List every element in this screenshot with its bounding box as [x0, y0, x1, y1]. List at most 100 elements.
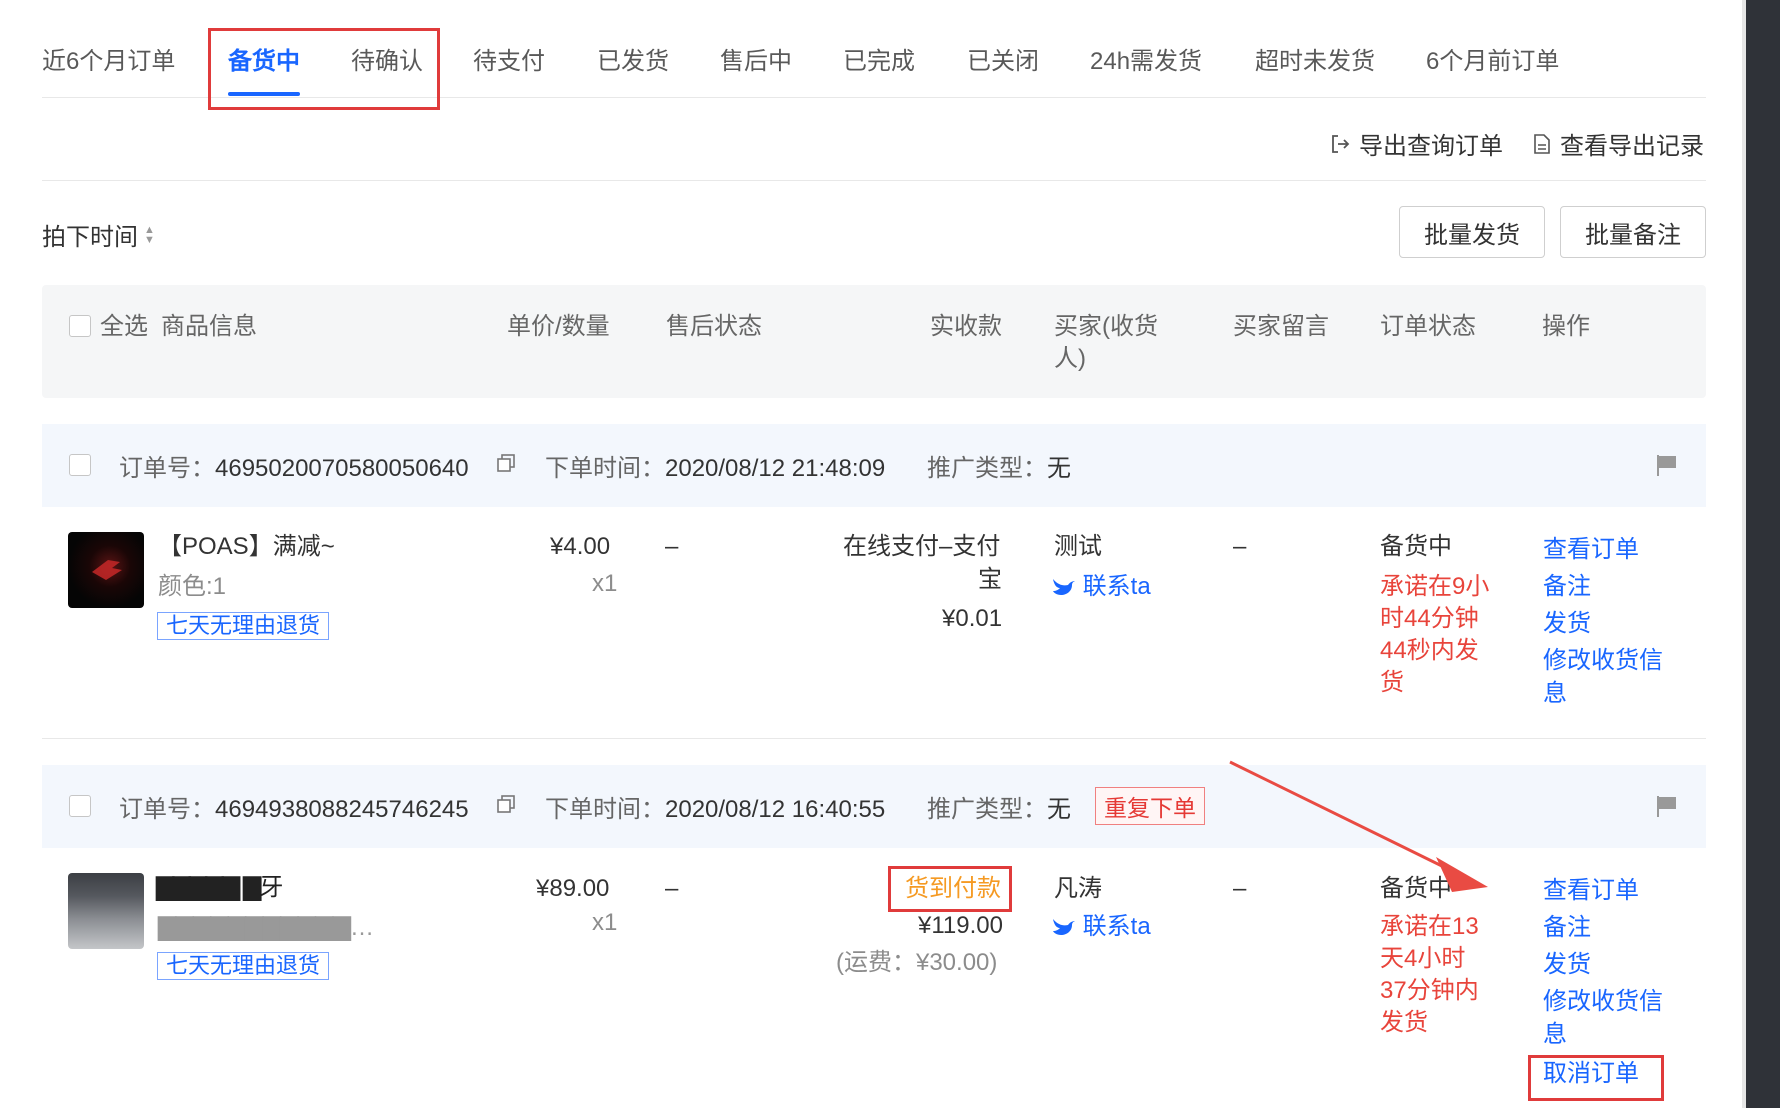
- add-note-link[interactable]: 备注: [1543, 909, 1663, 946]
- ship-promise-line: 44秒内发: [1380, 637, 1479, 664]
- select-all-label: 全选: [100, 313, 148, 340]
- unit-price: ¥89.00: [536, 875, 610, 902]
- tab-shipped[interactable]: 已发货: [597, 41, 669, 76]
- contact-buyer-link[interactable]: 联系ta: [1052, 571, 1151, 603]
- received-amount: ¥0.01: [942, 605, 1003, 632]
- view-order-link[interactable]: 查看订单: [1543, 872, 1663, 909]
- order-number-label: 订单号：: [119, 796, 215, 823]
- order-actions: 查看订单 备注 发货 修改收货信 息: [1543, 531, 1663, 710]
- unit-price: ¥4.00: [550, 533, 611, 560]
- tab-overdue-ship[interactable]: 超时未发货: [1255, 41, 1375, 76]
- column-after-sales: 售后状态: [666, 313, 762, 340]
- ship-promise: 承诺在9小 时44分钟 44秒内发 货: [1380, 571, 1489, 699]
- order-checkbox[interactable]: [69, 454, 91, 476]
- ship-promise-line: 37分钟内: [1380, 977, 1479, 1004]
- column-price-qty: 单价/数量: [507, 313, 610, 340]
- product-spec: 颜色:1: [158, 573, 227, 600]
- batch-ship-button[interactable]: 批量发货: [1399, 206, 1545, 258]
- return-policy-tag: 七天无理由退货: [157, 952, 330, 980]
- sort-by-order-time[interactable]: 拍下时间 ▲ ▼: [42, 217, 155, 252]
- column-buyer: 买家(收货 人): [1054, 311, 1158, 375]
- table-header: 全选 商品信息 单价/数量 售后状态 实收款 买家(收货 人) 买家留言 订单状…: [42, 285, 1706, 398]
- tab-completed[interactable]: 已完成: [843, 41, 915, 76]
- product-thumbnail[interactable]: [68, 873, 144, 949]
- edit-address-link[interactable]: 修改收货信 息: [1543, 644, 1663, 710]
- quantity: x1: [592, 570, 618, 597]
- export-orders-label: 导出查询订单: [1359, 133, 1503, 160]
- edit-address-line2: 息: [1543, 680, 1567, 707]
- cancel-order-highlight-box: [1528, 1055, 1664, 1101]
- promo-type: 推广类型：无: [927, 789, 1071, 824]
- column-product-info: 商品信息: [161, 313, 257, 340]
- sort-label: 拍下时间: [42, 224, 138, 251]
- bird-icon: [1053, 579, 1075, 595]
- edit-address-link[interactable]: 修改收货信 息: [1543, 985, 1663, 1051]
- contact-label: 联系ta: [1082, 913, 1151, 940]
- promo-type-value: 无: [1047, 455, 1071, 482]
- edit-address-line1: 修改收货信: [1543, 988, 1663, 1015]
- product-title[interactable]: 【POAS】满减~: [158, 531, 335, 563]
- product-spec: ▇▇▇▇▇▇▇▇▇▇▇…: [158, 914, 374, 941]
- ship-promise-line: 时44分钟: [1380, 605, 1479, 632]
- export-icon: [1332, 134, 1350, 153]
- order-time-value: 2020/08/12 21:48:09: [665, 455, 886, 482]
- shipping-fee: (运费：¥30.00): [836, 949, 998, 976]
- column-buyer-line1: 买家(收货: [1054, 313, 1158, 340]
- buyer-name: 测试: [1054, 533, 1102, 560]
- edit-address-line2: 息: [1543, 1021, 1567, 1048]
- order-divider: [42, 738, 1706, 739]
- order-number-label: 订单号：: [119, 455, 215, 482]
- select-all-checkbox[interactable]: [69, 315, 91, 337]
- order-time-label: 下单时间：: [545, 796, 665, 823]
- copy-icon[interactable]: [496, 453, 516, 473]
- order-number-value: 4694938088245746245: [215, 796, 469, 823]
- ship-promise-line: 货: [1380, 669, 1404, 696]
- product-title[interactable]: ▇▇▇▇▇ ▇牙: [156, 872, 283, 904]
- tab-closed[interactable]: 已关闭: [967, 41, 1039, 76]
- ship-link[interactable]: 发货: [1543, 605, 1663, 642]
- view-export-records-label: 查看导出记录: [1560, 133, 1704, 160]
- export-toolbar: 导出查询订单 查看导出记录: [42, 98, 1706, 181]
- order-number-value: 4695020070580050640: [215, 455, 469, 482]
- column-buyer-line2: 人): [1054, 345, 1086, 372]
- flag-icon[interactable]: [1655, 454, 1679, 476]
- column-received: 实收款: [930, 313, 1002, 340]
- ship-link[interactable]: 发货: [1543, 946, 1663, 983]
- buyer-message: –: [1233, 875, 1247, 902]
- edit-address-line1: 修改收货信: [1543, 647, 1663, 674]
- order-time: 下单时间：2020/08/12 16:40:55: [545, 789, 885, 824]
- order-status: 备货中: [1380, 875, 1452, 902]
- order-time-value: 2020/08/12 16:40:55: [665, 796, 886, 823]
- view-order-link[interactable]: 查看订单: [1543, 531, 1663, 568]
- add-note-link[interactable]: 备注: [1543, 568, 1663, 605]
- ship-promise-line: 承诺在9小: [1380, 573, 1490, 600]
- buyer-name: 凡涛: [1054, 875, 1102, 902]
- payment-method-line2: 宝: [978, 566, 1002, 593]
- promo-type-value: 无: [1047, 796, 1071, 823]
- view-export-records-link[interactable]: 查看导出记录: [1532, 126, 1704, 161]
- export-orders-link[interactable]: 导出查询订单: [1329, 126, 1503, 161]
- order-header: 订单号：4694938088245746245 下单时间：2020/08/12 …: [42, 765, 1706, 848]
- after-sales-status: –: [665, 533, 679, 560]
- flag-icon[interactable]: [1655, 795, 1679, 817]
- batch-note-button[interactable]: 批量备注: [1560, 206, 1706, 258]
- promo-type-label: 推广类型：: [927, 796, 1047, 823]
- tab-after-sales[interactable]: 售后中: [720, 41, 792, 76]
- ship-promise-line: 发货: [1380, 1009, 1428, 1036]
- order-checkbox[interactable]: [69, 795, 91, 817]
- order-status: 备货中: [1380, 533, 1452, 560]
- order-time-label: 下单时间：: [545, 455, 665, 482]
- tab-older-than-6-months[interactable]: 6个月前订单: [1426, 41, 1559, 76]
- contact-buyer-link[interactable]: 联系ta: [1052, 911, 1151, 943]
- tab-recent-6-months[interactable]: 近6个月订单: [42, 41, 175, 76]
- column-buyer-message: 买家留言: [1233, 313, 1329, 340]
- tab-24h-ship[interactable]: 24h需发货: [1090, 41, 1202, 76]
- tab-unpaid[interactable]: 待支付: [473, 41, 545, 76]
- document-icon: [1534, 133, 1550, 154]
- ship-promise-line: 天4小时: [1380, 945, 1466, 972]
- product-thumbnail[interactable]: [68, 532, 144, 608]
- ship-promise-line: 承诺在13: [1380, 913, 1479, 940]
- copy-icon[interactable]: [496, 794, 516, 814]
- quantity: x1: [592, 909, 618, 936]
- sort-icon: ▲ ▼: [144, 223, 155, 246]
